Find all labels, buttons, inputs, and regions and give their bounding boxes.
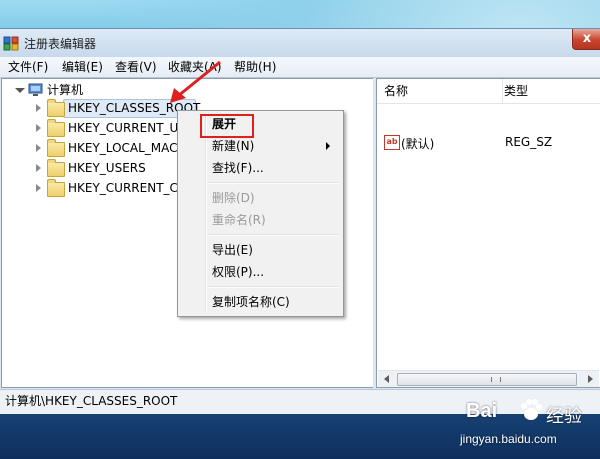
context-menu-find[interactable]: 查找(F)... [212, 158, 264, 178]
expand-arrow-icon[interactable] [36, 104, 41, 112]
expand-arrow-icon[interactable] [36, 144, 41, 152]
expand-arrow-icon[interactable] [36, 164, 41, 172]
watermark-url: jingyan.baidu.com [460, 432, 557, 446]
value-type: REG_SZ [505, 135, 553, 149]
folder-icon [47, 99, 65, 117]
string-value-icon: ab [384, 135, 400, 150]
menu-separator [207, 234, 339, 236]
values-list-pane[interactable]: 名称 类型 ab (默认) REG_SZ [376, 78, 600, 388]
status-path: 计算机\HKEY_CLASSES_ROOT [5, 394, 178, 408]
close-button[interactable]: x [572, 29, 600, 50]
context-menu: 展开 新建(N) 查找(F)... 删除(D) 重命名(R) 导出(E) 权限(… [177, 110, 344, 317]
menu-view[interactable]: 查看(V) [115, 59, 157, 75]
context-menu-export[interactable]: 导出(E) [212, 240, 253, 260]
submenu-arrow-icon [326, 142, 330, 150]
watermark-brand-suffix: 经验 [546, 406, 582, 427]
annotation-arrow-icon [170, 60, 221, 103]
menu-help[interactable]: 帮助(H) [234, 59, 276, 75]
menu-separator [207, 182, 339, 184]
menu-edit[interactable]: 编辑(E) [62, 59, 103, 75]
scroll-thumb[interactable] [397, 373, 577, 386]
value-name: (默认) [401, 137, 435, 151]
grip-icon [491, 377, 501, 382]
folder-icon [47, 179, 65, 197]
collapse-arrow-icon[interactable] [15, 88, 25, 93]
baidu-jingyan-watermark: Bai 经验 jingyan.baidu.com [460, 394, 594, 456]
computer-icon [28, 83, 43, 96]
scroll-left-icon[interactable] [384, 375, 389, 383]
registry-editor-icon [3, 36, 19, 51]
expand-arrow-icon[interactable] [36, 184, 41, 192]
window-title: 注册表编辑器 [24, 37, 97, 51]
title-bar[interactable]: 注册表编辑器 x [0, 29, 600, 57]
menu-bar: 文件(F) 编辑(E) 查看(V) 收藏夹(A) 帮助(H) [0, 57, 600, 78]
tree-root-label: 计算机 [47, 83, 84, 97]
baidu-paw-icon [521, 399, 542, 420]
context-menu-delete: 删除(D) [212, 191, 255, 205]
context-menu-copy-key-name[interactable]: 复制项名称(C) [212, 292, 290, 312]
watermark-brand: Bai [466, 400, 498, 422]
context-menu-rename: 重命名(R) [212, 213, 266, 227]
folder-icon [47, 139, 65, 157]
column-header-type[interactable]: 类型 [504, 79, 594, 103]
folder-icon [47, 159, 65, 177]
horizontal-scrollbar[interactable] [378, 370, 599, 387]
context-menu-expand[interactable]: 展开 [212, 114, 236, 134]
close-icon: x [582, 31, 592, 46]
column-header-name[interactable]: 名称 [384, 79, 503, 103]
menu-file[interactable]: 文件(F) [8, 59, 48, 75]
context-menu-new[interactable]: 新建(N) [212, 136, 254, 156]
expand-arrow-icon[interactable] [36, 124, 41, 132]
scroll-right-icon[interactable] [588, 375, 593, 383]
context-menu-permissions[interactable]: 权限(P)... [212, 262, 264, 282]
tree-node-label: HKEY_USERS [68, 161, 146, 175]
folder-icon [47, 119, 65, 137]
menu-separator [207, 286, 339, 288]
list-row[interactable]: ab (默认) REG_SZ [377, 133, 600, 153]
